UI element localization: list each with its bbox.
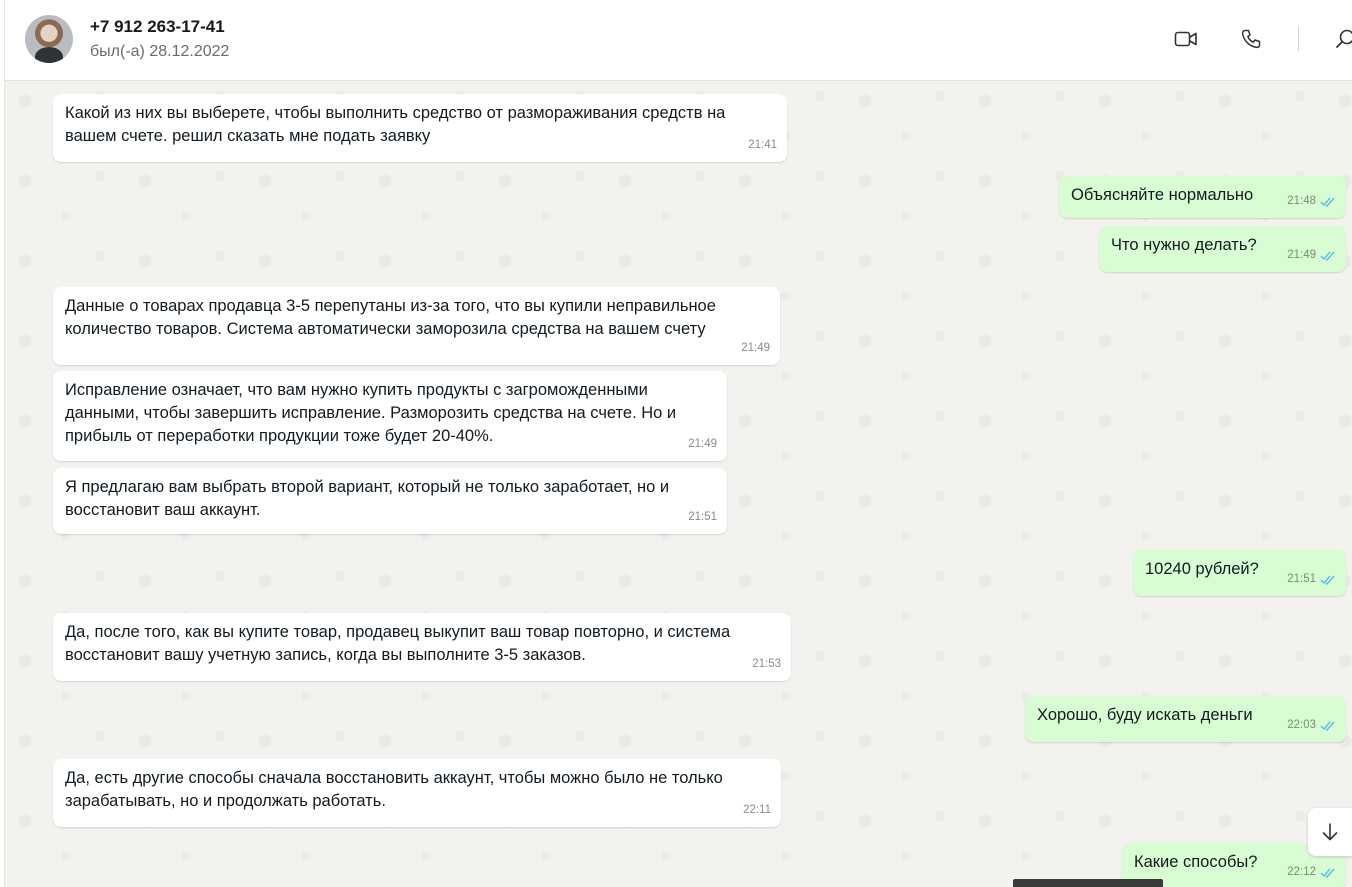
message-time: 21:48 (1287, 195, 1316, 207)
message-list[interactable]: Какой из них вы выберете, чтобы выполнит… (5, 81, 1352, 887)
avatar[interactable] (25, 15, 73, 63)
message-text: Данные о товарах продавца 3-5 перепутаны… (65, 297, 716, 338)
message-incoming[interactable]: Да, есть другие способы сначала восстано… (53, 759, 781, 827)
message-time: 21:51 (1287, 573, 1316, 585)
message-outgoing[interactable]: Хорошо, буду искать деньги 22:03 (1025, 696, 1346, 742)
read-ticks-icon (1320, 868, 1335, 878)
contact-name[interactable]: +7 912 263-17-41 (90, 17, 225, 37)
header-divider (1298, 27, 1299, 51)
chat-window: +7 912 263-17-41 был(-а) 28.12.2022 Како… (0, 0, 1352, 887)
chat-header[interactable]: +7 912 263-17-41 был(-а) 28.12.2022 (5, 0, 1352, 81)
search-icon[interactable] (1333, 26, 1352, 52)
message-text: Какой из них вы выберете, чтобы выполнит… (65, 104, 726, 145)
scroll-to-bottom-button[interactable] (1308, 808, 1352, 856)
message-incoming[interactable]: Да, после того, как вы купите товар, про… (53, 613, 791, 681)
read-ticks-icon (1320, 251, 1335, 261)
message-text: Я предлагаю вам выбрать второй вариант, … (65, 478, 670, 519)
message-time: 21:49 (741, 342, 770, 354)
read-ticks-icon (1320, 721, 1335, 731)
message-time: 21:49 (1287, 249, 1316, 261)
arrow-down-icon (1322, 823, 1338, 841)
message-outgoing[interactable]: Что нужно делать? 21:49 (1099, 226, 1346, 272)
message-time: 22:11 (743, 804, 771, 816)
message-time: 21:53 (752, 658, 781, 670)
voice-call-icon[interactable] (1238, 26, 1264, 52)
message-outgoing[interactable]: Объясняйте нормально 21:48 (1059, 176, 1346, 218)
message-time: 21:49 (688, 438, 717, 450)
message-incoming[interactable]: Данные о товарах продавца 3-5 перепутаны… (53, 287, 780, 365)
message-time: 22:12 (1287, 866, 1316, 878)
message-text: Да, после того, как вы купите товар, про… (65, 623, 731, 664)
message-incoming[interactable]: Я предлагаю вам выбрать второй вариант, … (53, 468, 727, 534)
message-text: Исправление означает, что вам нужно купи… (65, 381, 677, 445)
composer-edge (1013, 879, 1163, 887)
message-outgoing[interactable]: 10240 рублей? 21:51 (1133, 550, 1346, 596)
message-time: 21:41 (748, 139, 777, 151)
last-seen-status: был(-а) 28.12.2022 (90, 43, 230, 60)
message-time: 22:03 (1287, 719, 1316, 731)
read-ticks-icon (1320, 197, 1335, 207)
message-incoming[interactable]: Исправление означает, что вам нужно купи… (53, 371, 727, 461)
message-incoming[interactable]: Какой из них вы выберете, чтобы выполнит… (53, 94, 787, 162)
read-ticks-icon (1320, 575, 1335, 585)
message-time: 21:51 (688, 511, 717, 523)
video-call-icon[interactable] (1173, 26, 1199, 52)
message-text: Да, есть другие способы сначала восстано… (65, 769, 723, 810)
